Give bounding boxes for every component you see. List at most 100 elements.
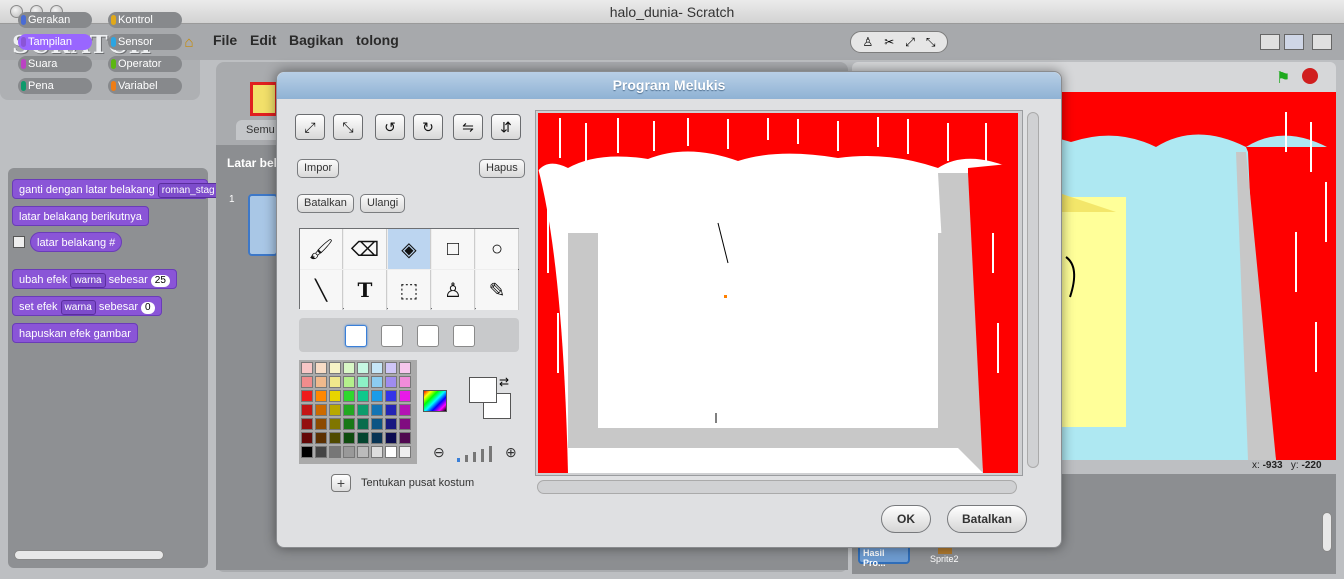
background-item-thumbnail[interactable] xyxy=(248,194,278,256)
sprite-list-scrollbar[interactable] xyxy=(1322,512,1332,552)
color-swatch[interactable] xyxy=(301,362,313,374)
shrink-costume-button[interactable]: ⤡ xyxy=(333,114,363,140)
color-swatch[interactable] xyxy=(385,362,397,374)
color-swatch[interactable] xyxy=(329,376,341,388)
color-swatch[interactable] xyxy=(371,390,383,402)
category-sensing[interactable]: Sensor xyxy=(108,34,182,50)
duplicate-stamp-icon[interactable]: ♙ xyxy=(862,35,873,49)
category-variables[interactable]: Variabel xyxy=(108,78,182,94)
set-center-button[interactable]: + xyxy=(331,474,351,492)
category-looks[interactable]: Tampilan xyxy=(18,34,92,50)
color-swatch[interactable] xyxy=(357,404,369,416)
flip-vertical-button[interactable]: ⇵ xyxy=(491,114,521,140)
color-swatch[interactable] xyxy=(343,404,355,416)
color-swatch[interactable] xyxy=(357,432,369,444)
color-swatch[interactable] xyxy=(329,362,341,374)
category-sound[interactable]: Suara xyxy=(18,56,92,72)
canvas-vertical-scrollbar[interactable] xyxy=(1027,112,1039,468)
color-swatch[interactable] xyxy=(357,418,369,430)
block-change-effect[interactable]: ubah efek warna sebesar 25 xyxy=(12,269,177,289)
grow-costume-button[interactable]: ⤢ xyxy=(295,114,325,140)
effect-dropdown[interactable]: warna xyxy=(70,273,106,288)
color-swatch[interactable] xyxy=(329,418,341,430)
color-swatch[interactable] xyxy=(343,446,355,458)
background-dropdown[interactable]: roman_stag xyxy=(157,183,219,198)
color-swatch[interactable] xyxy=(357,390,369,402)
color-swatch[interactable] xyxy=(315,418,327,430)
option-2[interactable] xyxy=(381,325,403,347)
ok-button[interactable]: OK xyxy=(881,505,931,533)
option-1[interactable] xyxy=(345,325,367,347)
color-swatch[interactable] xyxy=(315,446,327,458)
option-3[interactable] xyxy=(417,325,439,347)
stage-thumbnail[interactable] xyxy=(250,82,278,116)
category-operators[interactable]: Operator xyxy=(108,56,182,72)
menu-edit[interactable]: Edit xyxy=(250,32,276,48)
color-swatch[interactable] xyxy=(385,418,397,430)
effect-dropdown[interactable]: warna xyxy=(60,300,96,315)
color-swatch[interactable] xyxy=(371,376,383,388)
stamp-icon[interactable]: ♙ xyxy=(432,270,475,310)
color-swatch[interactable] xyxy=(385,432,397,444)
shrink-icon[interactable]: ⤡ xyxy=(926,35,936,50)
color-swatch[interactable] xyxy=(343,432,355,444)
color-swatch[interactable] xyxy=(343,376,355,388)
delete-scissors-icon[interactable]: ✂ xyxy=(884,35,894,49)
redo-button[interactable]: Ulangi xyxy=(360,194,406,213)
color-swatch[interactable] xyxy=(315,376,327,388)
block-background-number[interactable]: latar belakang # xyxy=(30,232,123,252)
zoom-in-icon[interactable]: ⊕ xyxy=(505,444,517,461)
color-swatch[interactable] xyxy=(329,390,341,402)
color-swatch[interactable] xyxy=(315,362,327,374)
swap-colors-icon[interactable]: ⇄ xyxy=(499,375,509,389)
color-swatch[interactable] xyxy=(399,418,411,430)
ellipse-icon[interactable]: ○ xyxy=(476,229,519,269)
color-swatch[interactable] xyxy=(343,390,355,402)
color-swatch[interactable] xyxy=(301,404,313,416)
paint-canvas[interactable] xyxy=(535,110,1023,476)
menu-file[interactable]: File xyxy=(213,32,237,48)
foreground-color-swatch[interactable] xyxy=(469,377,497,403)
block-switch-background[interactable]: ganti dengan latar belakang roman_stag xyxy=(12,179,219,199)
color-swatch[interactable] xyxy=(301,432,313,444)
block-clear-graphic-effects[interactable]: hapuskan efek gambar xyxy=(12,323,138,343)
color-swatch[interactable] xyxy=(385,390,397,402)
select-icon[interactable]: ⬚ xyxy=(388,270,431,310)
fill-bucket-icon[interactable]: ◈ xyxy=(388,229,431,269)
paintbrush-icon[interactable]: 🖌 xyxy=(300,229,343,269)
block-next-background[interactable]: latar belakang berikutnya xyxy=(12,206,149,226)
color-swatch[interactable] xyxy=(329,432,341,444)
color-spectrum-button[interactable] xyxy=(423,390,447,412)
menu-help[interactable]: tolong xyxy=(356,32,399,48)
zoom-level-bars[interactable] xyxy=(457,446,497,462)
color-swatch[interactable] xyxy=(399,376,411,388)
color-swatch[interactable] xyxy=(301,418,313,430)
color-swatch[interactable] xyxy=(371,446,383,458)
rotate-cw-button[interactable]: ↻ xyxy=(413,114,443,140)
color-swatch[interactable] xyxy=(343,362,355,374)
color-swatch[interactable] xyxy=(315,390,327,402)
effect-value-input[interactable]: 0 xyxy=(140,302,155,314)
undo-button[interactable]: Batalkan xyxy=(297,194,354,213)
color-swatch[interactable] xyxy=(399,404,411,416)
color-swatch[interactable] xyxy=(357,362,369,374)
color-swatch[interactable] xyxy=(371,362,383,374)
menu-share[interactable]: Bagikan xyxy=(289,32,343,48)
color-swatch[interactable] xyxy=(399,362,411,374)
color-swatch[interactable] xyxy=(301,446,313,458)
color-swatch[interactable] xyxy=(357,376,369,388)
category-motion[interactable]: Gerakan xyxy=(18,12,92,28)
option-4[interactable] xyxy=(453,325,475,347)
background-number-checkbox[interactable] xyxy=(13,236,25,248)
category-pen[interactable]: Pena xyxy=(18,78,92,94)
color-swatch[interactable] xyxy=(315,404,327,416)
color-swatch[interactable] xyxy=(399,390,411,402)
color-swatch[interactable] xyxy=(399,432,411,444)
rotate-ccw-button[interactable]: ↺ xyxy=(375,114,405,140)
stop-icon[interactable] xyxy=(1302,68,1318,84)
color-swatch[interactable] xyxy=(301,376,313,388)
canvas-horizontal-scrollbar[interactable] xyxy=(537,480,1017,494)
eyedropper-icon[interactable]: ✎ xyxy=(476,270,519,310)
effect-amount-input[interactable]: 25 xyxy=(150,275,170,287)
import-button[interactable]: Impor xyxy=(297,159,340,178)
